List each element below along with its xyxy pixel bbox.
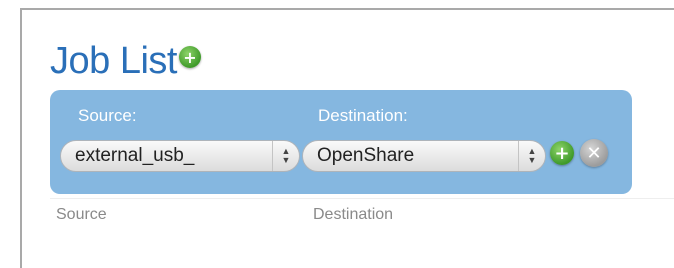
source-select-value: external_usb_ [75,145,195,166]
source-label: Source: [78,106,137,125]
add-filter-button[interactable]: + [550,141,574,165]
destination-select[interactable]: OpenShare ▲ ▼ [302,140,546,172]
destination-select-value: OpenShare [317,145,415,166]
updown-arrows-icon: ▲ ▼ [272,141,299,171]
destination-label: Destination: [318,106,408,125]
table-header-divider [50,198,674,199]
filter-panel: Source: Destination: external_usb_ ▲ ▼ Op… [50,90,632,194]
column-header-source[interactable]: Source [56,206,107,224]
remove-filter-button[interactable]: ✕ [580,139,608,167]
page-title: Job List [50,40,177,82]
updown-arrows-icon: ▲ ▼ [518,141,545,171]
source-select[interactable]: external_usb_ ▲ ▼ [60,140,300,172]
plus-icon: + [554,142,570,164]
plus-icon: + [183,47,197,67]
add-job-button[interactable]: + [178,46,201,68]
column-header-destination[interactable]: Destination [313,206,393,224]
close-icon: ✕ [586,142,602,164]
title-row: Job List + [50,42,201,80]
